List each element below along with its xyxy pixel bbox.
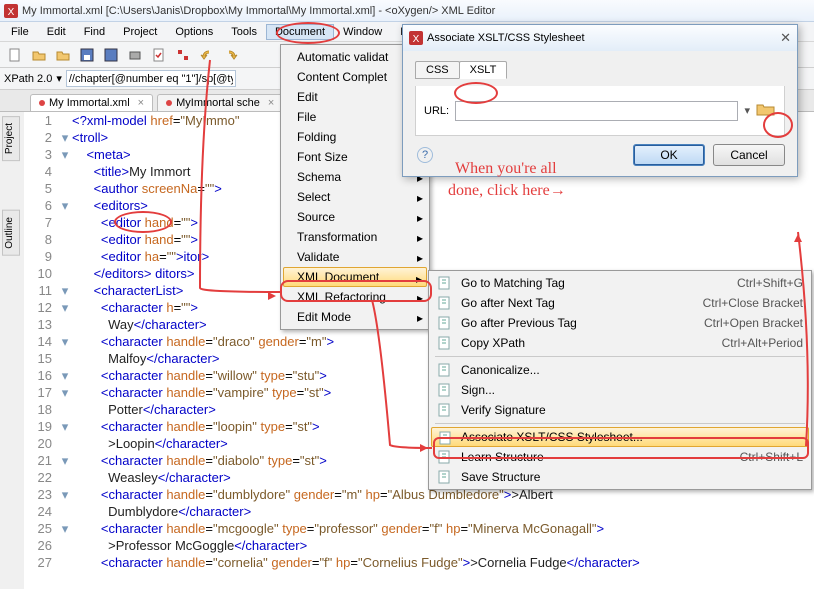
submenu-item[interactable]: Go after Next TagCtrl+Close Bracket xyxy=(431,293,809,313)
menu-tools[interactable]: Tools xyxy=(222,24,266,40)
menu-project[interactable]: Project xyxy=(114,24,166,40)
cancel-button[interactable]: Cancel xyxy=(713,144,785,166)
xpath-label: XPath 2.0 xyxy=(4,73,52,85)
dialog-titlebar: X Associate XSLT/CSS Stylesheet ✕ xyxy=(403,25,797,51)
submenu-item[interactable]: Save Structure xyxy=(431,467,809,487)
url-label: URL: xyxy=(424,105,449,117)
print-button[interactable] xyxy=(124,44,146,66)
code-line[interactable]: 25▾ <character handle="mcgoogle" type="p… xyxy=(24,520,814,537)
side-panel-outline[interactable]: Outline xyxy=(2,210,20,256)
app-icon: X xyxy=(4,4,18,18)
menu-find[interactable]: Find xyxy=(75,24,114,40)
xml-document-submenu: Go to Matching TagCtrl+Shift+GGo after N… xyxy=(428,270,812,490)
url-input[interactable] xyxy=(455,101,738,121)
app-icon: X xyxy=(409,31,423,45)
submenu-item[interactable]: Copy XPathCtrl+Alt+Period xyxy=(431,333,809,353)
dialog-title: Associate XSLT/CSS Stylesheet xyxy=(427,32,585,44)
associate-stylesheet-dialog: X Associate XSLT/CSS Stylesheet ✕ CSS XS… xyxy=(402,24,798,177)
menu-document[interactable]: Document xyxy=(266,24,334,40)
help-icon[interactable]: ? xyxy=(417,147,433,163)
svg-text:X: X xyxy=(8,7,15,18)
side-panel-project[interactable]: Project xyxy=(2,116,20,161)
dialog-tabs: CSS XSLT xyxy=(415,61,785,79)
menu-item[interactable]: Transformation▸ xyxy=(283,227,427,247)
new-file-button[interactable] xyxy=(4,44,26,66)
menu-item[interactable]: Source▸ xyxy=(283,207,427,227)
xpath-input[interactable] xyxy=(66,70,236,87)
redo-button[interactable] xyxy=(220,44,242,66)
save-button[interactable] xyxy=(76,44,98,66)
window-title: My Immortal.xml [C:\Users\Janis\Dropbox\… xyxy=(22,5,495,17)
menu-item[interactable]: Validate▸ xyxy=(283,247,427,267)
menu-item[interactable]: Edit Mode▸ xyxy=(283,307,427,327)
browse-button[interactable] xyxy=(756,100,776,121)
submenu-item[interactable]: Learn StructureCtrl+Shift+L xyxy=(431,447,809,467)
window-titlebar: X My Immortal.xml [C:\Users\Janis\Dropbo… xyxy=(0,0,814,22)
save-all-button[interactable] xyxy=(100,44,122,66)
menu-item[interactable]: XML Document▸ xyxy=(283,267,427,287)
close-icon[interactable]: ✕ xyxy=(780,30,791,46)
code-line[interactable]: 26 >Professor McGoggle</character> xyxy=(24,537,814,554)
file-tab[interactable]: My Immortal.xml× xyxy=(30,94,153,111)
submenu-item[interactable]: Associate XSLT/CSS Stylesheet... xyxy=(431,427,809,447)
code-line[interactable]: 24 Dumblydore</character> xyxy=(24,503,814,520)
chevron-down-icon[interactable]: ▾ xyxy=(56,72,62,85)
submenu-item[interactable]: Go to Matching TagCtrl+Shift+G xyxy=(431,273,809,293)
file-tab[interactable]: MyImmortal sche× xyxy=(157,94,283,111)
open-button[interactable] xyxy=(28,44,50,66)
submenu-item[interactable]: Verify Signature xyxy=(431,400,809,420)
menu-file[interactable]: File xyxy=(2,24,38,40)
menu-item[interactable]: Select▸ xyxy=(283,187,427,207)
menu-options[interactable]: Options xyxy=(166,24,222,40)
menu-edit[interactable]: Edit xyxy=(38,24,75,40)
svg-text:X: X xyxy=(413,34,420,45)
validate-button[interactable] xyxy=(148,44,170,66)
open-url-button[interactable] xyxy=(52,44,74,66)
submenu-item[interactable]: Sign... xyxy=(431,380,809,400)
tab-css[interactable]: CSS xyxy=(415,61,460,79)
code-line[interactable]: 27 <character handle="cornelia" gender="… xyxy=(24,554,814,571)
url-dropdown-icon[interactable]: ▾ xyxy=(744,104,750,117)
submenu-item[interactable]: Canonicalize... xyxy=(431,360,809,380)
tab-xslt[interactable]: XSLT xyxy=(459,61,508,79)
menu-item[interactable]: XML Refactoring▸ xyxy=(283,287,427,307)
undo-button[interactable] xyxy=(196,44,218,66)
schema-button[interactable] xyxy=(172,44,194,66)
menu-window[interactable]: Window xyxy=(334,24,391,40)
submenu-item[interactable]: Go after Previous TagCtrl+Open Bracket xyxy=(431,313,809,333)
ok-button[interactable]: OK xyxy=(633,144,705,166)
